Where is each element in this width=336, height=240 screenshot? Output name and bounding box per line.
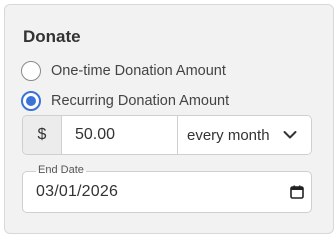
amount-input-group: $ every month bbox=[22, 115, 312, 155]
recurring-radio[interactable] bbox=[21, 91, 41, 111]
form-title: Donate bbox=[23, 27, 81, 46]
end-date-label: End Date bbox=[36, 164, 86, 177]
chevron-down-icon bbox=[283, 131, 297, 139]
frequency-value: every month bbox=[187, 126, 270, 144]
donate-card: Donate One-time Donation Amount Recurrin… bbox=[4, 4, 334, 234]
recurring-option[interactable]: Recurring Donation Amount bbox=[21, 89, 229, 113]
recurring-label[interactable]: Recurring Donation Amount bbox=[51, 93, 229, 109]
end-date-value[interactable]: 03/01/2026 bbox=[36, 183, 118, 201]
currency-symbol: $ bbox=[23, 116, 62, 154]
one-time-label[interactable]: One-time Donation Amount bbox=[51, 63, 226, 79]
end-date-field[interactable]: End Date 03/01/2026 bbox=[22, 164, 312, 213]
calendar-icon[interactable] bbox=[290, 185, 304, 199]
one-time-option[interactable]: One-time Donation Amount bbox=[21, 59, 226, 83]
frequency-select[interactable]: every month bbox=[178, 116, 311, 154]
one-time-radio[interactable] bbox=[21, 61, 41, 81]
amount-input[interactable] bbox=[62, 116, 178, 154]
